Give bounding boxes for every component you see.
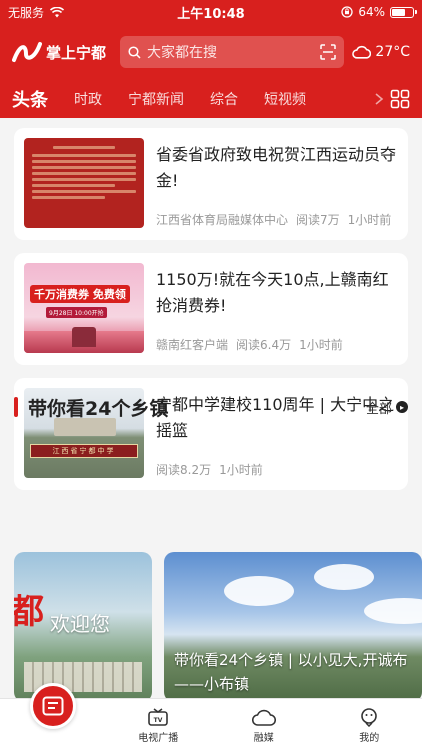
search-icon bbox=[128, 45, 141, 59]
search-placeholder: 大家都在搜 bbox=[147, 45, 217, 61]
section-title: 带你看24个乡镇 bbox=[28, 397, 169, 420]
news-reads: 阅读6.4万 bbox=[236, 338, 292, 352]
nav-tv-label: 电视广播 bbox=[138, 733, 179, 744]
tab-general[interactable]: 综合 bbox=[210, 89, 238, 109]
town-welcome-glyph: 都 bbox=[14, 592, 44, 632]
carrier-label: 无服务 bbox=[8, 5, 45, 20]
channel-tabs: 头条 时政 宁都新闻 综合 短视频 bbox=[0, 80, 422, 118]
app-header: 掌上宁都 大家都在搜 27°C bbox=[0, 24, 422, 80]
tab-short-video[interactable]: 短视频 bbox=[264, 89, 306, 109]
status-bar: 无服务 上午10:48 64% bbox=[0, 0, 422, 24]
town-caption-line2: ——小布镇 bbox=[174, 675, 250, 693]
news-card[interactable]: 千万消费券 免费领 9月28日 10:00开抢 1150万!就在今天10点,上赣… bbox=[14, 253, 408, 365]
coupon-banner-text: 千万消费券 免费领 bbox=[30, 285, 130, 303]
town-card[interactable]: 都 欢迎您 bbox=[14, 552, 152, 702]
news-card[interactable]: 省委省政府致电祝贺江西运动员夺金! 江西省体育局融媒体中心 阅读7万 1小时前 bbox=[14, 128, 408, 240]
chevron-right-circle-icon: ▸ bbox=[396, 401, 408, 413]
cloud-icon bbox=[251, 709, 276, 726]
news-title: 省委省政府致电祝贺江西运动员夺金! bbox=[156, 145, 397, 190]
search-bar[interactable]: 大家都在搜 bbox=[120, 36, 344, 68]
orientation-lock-icon bbox=[341, 6, 353, 18]
profile-icon bbox=[361, 708, 378, 727]
news-time: 1小时前 bbox=[347, 213, 392, 227]
tab-headlines[interactable]: 头条 bbox=[12, 86, 48, 112]
app-logo[interactable]: 掌上宁都 bbox=[12, 40, 112, 64]
cloud-weather-icon bbox=[352, 45, 372, 59]
school-gate-sign: 江西省宁都中学 bbox=[30, 444, 138, 458]
section-accent-bar bbox=[14, 397, 18, 417]
tv-icon: TV bbox=[148, 708, 169, 726]
nav-home[interactable] bbox=[0, 683, 106, 750]
scan-icon[interactable] bbox=[320, 44, 336, 60]
tab-ningdu-news[interactable]: 宁都新闻 bbox=[128, 89, 184, 109]
news-source: 江西省体育局融媒体中心 bbox=[156, 213, 289, 227]
chevron-right-icon[interactable] bbox=[374, 92, 384, 106]
view-all-link[interactable]: 全部 ▸ bbox=[366, 398, 408, 417]
news-reads: 阅读7万 bbox=[296, 213, 340, 227]
news-thumbnail: 千万消费券 免费领 9月28日 10:00开抢 bbox=[24, 263, 144, 353]
logo-mark-icon bbox=[12, 42, 42, 62]
nav-media-label: 融媒 bbox=[253, 733, 274, 744]
news-time: 1小时前 bbox=[299, 338, 343, 352]
news-reads: 阅读8.2万 bbox=[156, 463, 212, 477]
battery-icon bbox=[390, 6, 417, 18]
town-caption-line1: 带你看24个乡镇 | 以小见大,开诚布 bbox=[174, 651, 408, 669]
weather-temp: 27°C bbox=[375, 44, 410, 60]
coupon-date-text: 9月28日 10:00开抢 bbox=[46, 307, 107, 318]
nav-profile[interactable]: 我的 bbox=[317, 699, 422, 750]
tab-politics[interactable]: 时政 bbox=[74, 89, 102, 109]
clock: 上午10:48 bbox=[177, 6, 245, 22]
home-news-icon bbox=[29, 683, 76, 729]
app-name: 掌上宁都 bbox=[46, 43, 107, 62]
town-card[interactable]: 带你看24个乡镇 | 以小见大,开诚布 ——小布镇 bbox=[164, 552, 422, 702]
nav-tv-radio[interactable]: TV 电视广播 bbox=[106, 699, 212, 750]
news-thumbnail bbox=[24, 138, 144, 228]
town-welcome-text: 欢迎您 bbox=[50, 612, 110, 636]
news-title: 1150万!就在今天10点,上赣南红抢消费券! bbox=[156, 270, 389, 315]
bottom-nav: TV 电视广播 融媒 我的 bbox=[0, 683, 422, 750]
battery-percent: 64% bbox=[358, 5, 385, 19]
town-caption: 带你看24个乡镇 | 以小见大,开诚布 ——小布镇 bbox=[174, 648, 416, 696]
view-all-label: 全部 bbox=[365, 401, 392, 417]
news-source: 赣南红客户端 bbox=[156, 338, 229, 352]
nav-profile-label: 我的 bbox=[359, 733, 380, 744]
section-header: 带你看24个乡镇 全部 ▸ bbox=[14, 394, 408, 420]
svg-text:TV: TV bbox=[154, 717, 163, 724]
channel-grid-icon[interactable] bbox=[390, 89, 410, 109]
nav-media[interactable]: 融媒 bbox=[211, 699, 317, 750]
news-time: 1小时前 bbox=[219, 463, 263, 477]
weather-widget[interactable]: 27°C bbox=[352, 44, 410, 60]
wifi-icon bbox=[50, 6, 65, 17]
